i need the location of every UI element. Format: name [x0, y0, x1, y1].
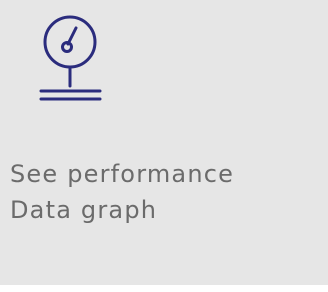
- card-label: See performance Data graph: [10, 156, 234, 228]
- card-label-line-1: See performance: [10, 160, 235, 188]
- gauge-meter-icon: [36, 14, 106, 104]
- performance-graph-card[interactable]: See performance Data graph: [0, 0, 328, 285]
- card-label-line-2: Data graph: [10, 196, 158, 224]
